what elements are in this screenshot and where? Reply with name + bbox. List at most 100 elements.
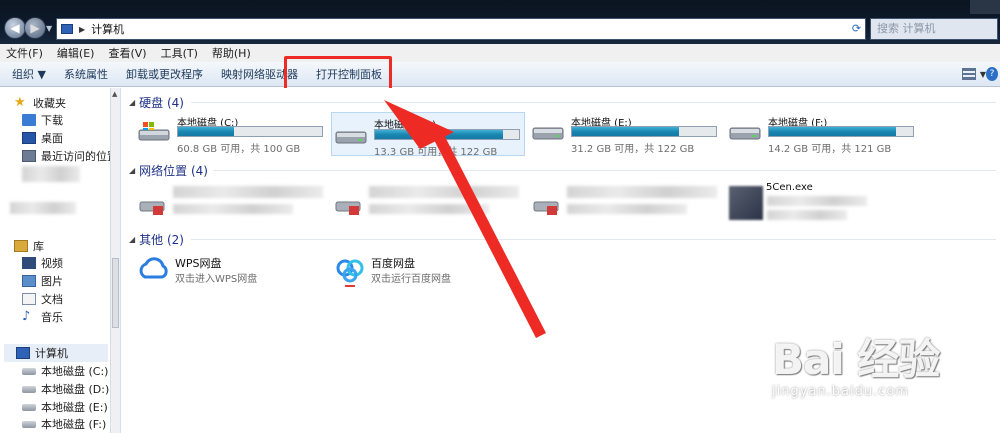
drive-f-size: 14.2 GB 可用，共 121 GB (768, 144, 892, 155)
nav-videos[interactable]: 视频 (22, 255, 63, 271)
nav-downloads[interactable]: 下载 (22, 112, 63, 128)
group-network[interactable]: ◢ 网络位置 (4) (129, 162, 208, 179)
desktop-icon (22, 132, 36, 144)
help-icon[interactable]: ? (986, 67, 998, 81)
blurred-network-detail (369, 204, 489, 214)
nav-drive-e[interactable]: 本地磁盘 (E:) (22, 399, 108, 415)
documents-icon (22, 293, 36, 305)
nav-desktop-label: 桌面 (41, 132, 63, 145)
baidu-cloud-drive[interactable]: 百度网盘 双击运行百度网盘 (333, 252, 523, 292)
drive-f[interactable]: 本地磁盘 (F:) 14.2 GB 可用，共 121 GB (726, 113, 916, 155)
network-location-label: 5Cen.exe (766, 182, 813, 193)
nav-favorites-label: 收藏夹 (33, 97, 66, 110)
nav-drive-c[interactable]: 本地磁盘 (C:) (22, 363, 108, 379)
search-input[interactable]: 搜索 计算机 (870, 18, 998, 40)
program-icon (729, 186, 763, 220)
nav-recent[interactable]: 最近访问的位置 (22, 148, 118, 164)
address-bar-region: ◀ ▶ ▼ ▶ 计算机 ▼ ⟳ 搜索 计算机 (0, 0, 1000, 44)
baidu-cloud-description: 双击运行百度网盘 (371, 274, 451, 285)
scroll-up-icon[interactable]: ▲ (112, 90, 117, 98)
address-field[interactable]: ▶ 计算机 ▼ (56, 18, 866, 40)
watermark: Bai 经验 jingyan.baidu.com (772, 326, 997, 406)
nav-desktop[interactable]: 桌面 (22, 130, 63, 146)
blurred-network-name (173, 186, 323, 198)
nav-documents-label: 文档 (41, 293, 63, 306)
collapse-triangle-icon[interactable]: ◢ (129, 98, 135, 107)
nav-computer[interactable]: 计算机 (4, 344, 108, 362)
nav-drive-d-label: 本地磁盘 (D:) (41, 383, 110, 396)
group-separator (191, 239, 996, 240)
blurred-nav-item[interactable] (22, 166, 80, 182)
breadcrumb-arrow-icon[interactable]: ▶ (79, 25, 85, 34)
window-controls[interactable] (970, 0, 1000, 14)
blurred-network-detail (173, 204, 293, 214)
collapse-triangle-icon[interactable]: ◢ (129, 235, 135, 244)
computer-icon (16, 347, 30, 359)
drive-f-usage-bar (768, 126, 914, 137)
drive-c[interactable]: 本地磁盘 (C:) 60.8 GB 可用，共 100 GB (135, 113, 325, 155)
nav-documents[interactable]: 文档 (22, 291, 63, 307)
wps-cloud-description: 双击进入WPS网盘 (175, 274, 258, 285)
nav-pictures[interactable]: 图片 (22, 273, 63, 289)
nav-recent-label: 最近访问的位置 (41, 150, 118, 163)
menu-view[interactable]: 查看(V) (108, 45, 146, 61)
organize-button[interactable]: 组织 ▼ (0, 66, 55, 82)
nav-drive-d[interactable]: 本地磁盘 (D:) (22, 381, 109, 397)
drive-icon (335, 131, 367, 144)
nav-computer-label: 计算机 (35, 347, 68, 360)
pictures-icon (22, 275, 36, 287)
baidu-cloud-name: 百度网盘 (371, 257, 415, 270)
blurred-network-name (567, 186, 717, 198)
downloads-folder-icon (22, 114, 36, 126)
system-properties-button[interactable]: 系统属性 (55, 66, 117, 82)
nav-music-label: 音乐 (41, 311, 63, 324)
drive-e-size: 31.2 GB 可用，共 122 GB (571, 144, 695, 155)
blurred-network-name (369, 186, 519, 198)
drive-icon (22, 367, 36, 375)
library-icon (14, 240, 28, 252)
wps-cloud-name: WPS网盘 (175, 257, 222, 270)
group-other[interactable]: ◢ 其他 (2) (129, 231, 184, 248)
nav-drive-f[interactable]: 本地磁盘 (F:) (22, 416, 106, 432)
scrollbar-thumb[interactable] (112, 258, 119, 328)
breadcrumb-computer[interactable]: 计算机 (91, 21, 124, 37)
nav-libraries[interactable]: 库 (14, 238, 44, 254)
drive-d[interactable]: 本地磁盘 (D:) 13.3 GB 可用，共 122 GB (331, 112, 525, 158)
refresh-button[interactable]: ⟳ (848, 18, 866, 40)
network-location[interactable] (139, 182, 329, 226)
nav-music[interactable]: ♪ 音乐 (22, 309, 63, 325)
blurred-nav-item[interactable] (10, 202, 76, 214)
nav-videos-label: 视频 (41, 257, 63, 270)
network-location[interactable]: 5Cen.exe (729, 180, 919, 224)
group-separator (213, 170, 996, 171)
sidebar-scrollbar[interactable]: ▲ (110, 88, 120, 433)
nav-favorites[interactable]: ★ 收藏夹 (14, 95, 66, 111)
menu-edit[interactable]: 编辑(E) (57, 45, 95, 61)
collapse-triangle-icon[interactable]: ◢ (129, 166, 135, 175)
watermark-logo: Bai 经验 (772, 335, 940, 384)
change-view-icon[interactable] (962, 68, 976, 80)
network-drive-icon (335, 201, 361, 215)
forward-button[interactable]: ▶ (24, 17, 46, 39)
group-hard-disks-label: 硬盘 (4) (139, 96, 184, 110)
drive-icon (22, 385, 36, 393)
wps-cloud-drive[interactable]: WPS网盘 双击进入WPS网盘 (137, 252, 327, 292)
menu-tools[interactable]: 工具(T) (161, 45, 198, 61)
menu-file[interactable]: 文件(F) (6, 45, 43, 61)
video-icon (22, 257, 36, 269)
group-hard-disks[interactable]: ◢ 硬盘 (4) (129, 94, 184, 111)
network-location[interactable] (335, 182, 525, 226)
network-location[interactable] (533, 182, 723, 226)
network-drive-icon (533, 201, 559, 215)
menu-help[interactable]: 帮助(H) (212, 45, 251, 61)
recent-places-icon (22, 150, 36, 162)
back-button[interactable]: ◀ (4, 17, 26, 39)
recent-pages-dropdown-icon[interactable]: ▼ (46, 24, 52, 33)
computer-icon (61, 24, 73, 34)
blurred-network-detail (567, 204, 687, 214)
drive-e[interactable]: 本地磁盘 (E:) 31.2 GB 可用，共 122 GB (529, 113, 719, 155)
group-other-label: 其他 (2) (139, 233, 184, 247)
nav-drive-c-label: 本地磁盘 (C:) (41, 365, 109, 378)
uninstall-program-button[interactable]: 卸载或更改程序 (117, 66, 212, 82)
group-network-label: 网络位置 (4) (139, 164, 208, 178)
